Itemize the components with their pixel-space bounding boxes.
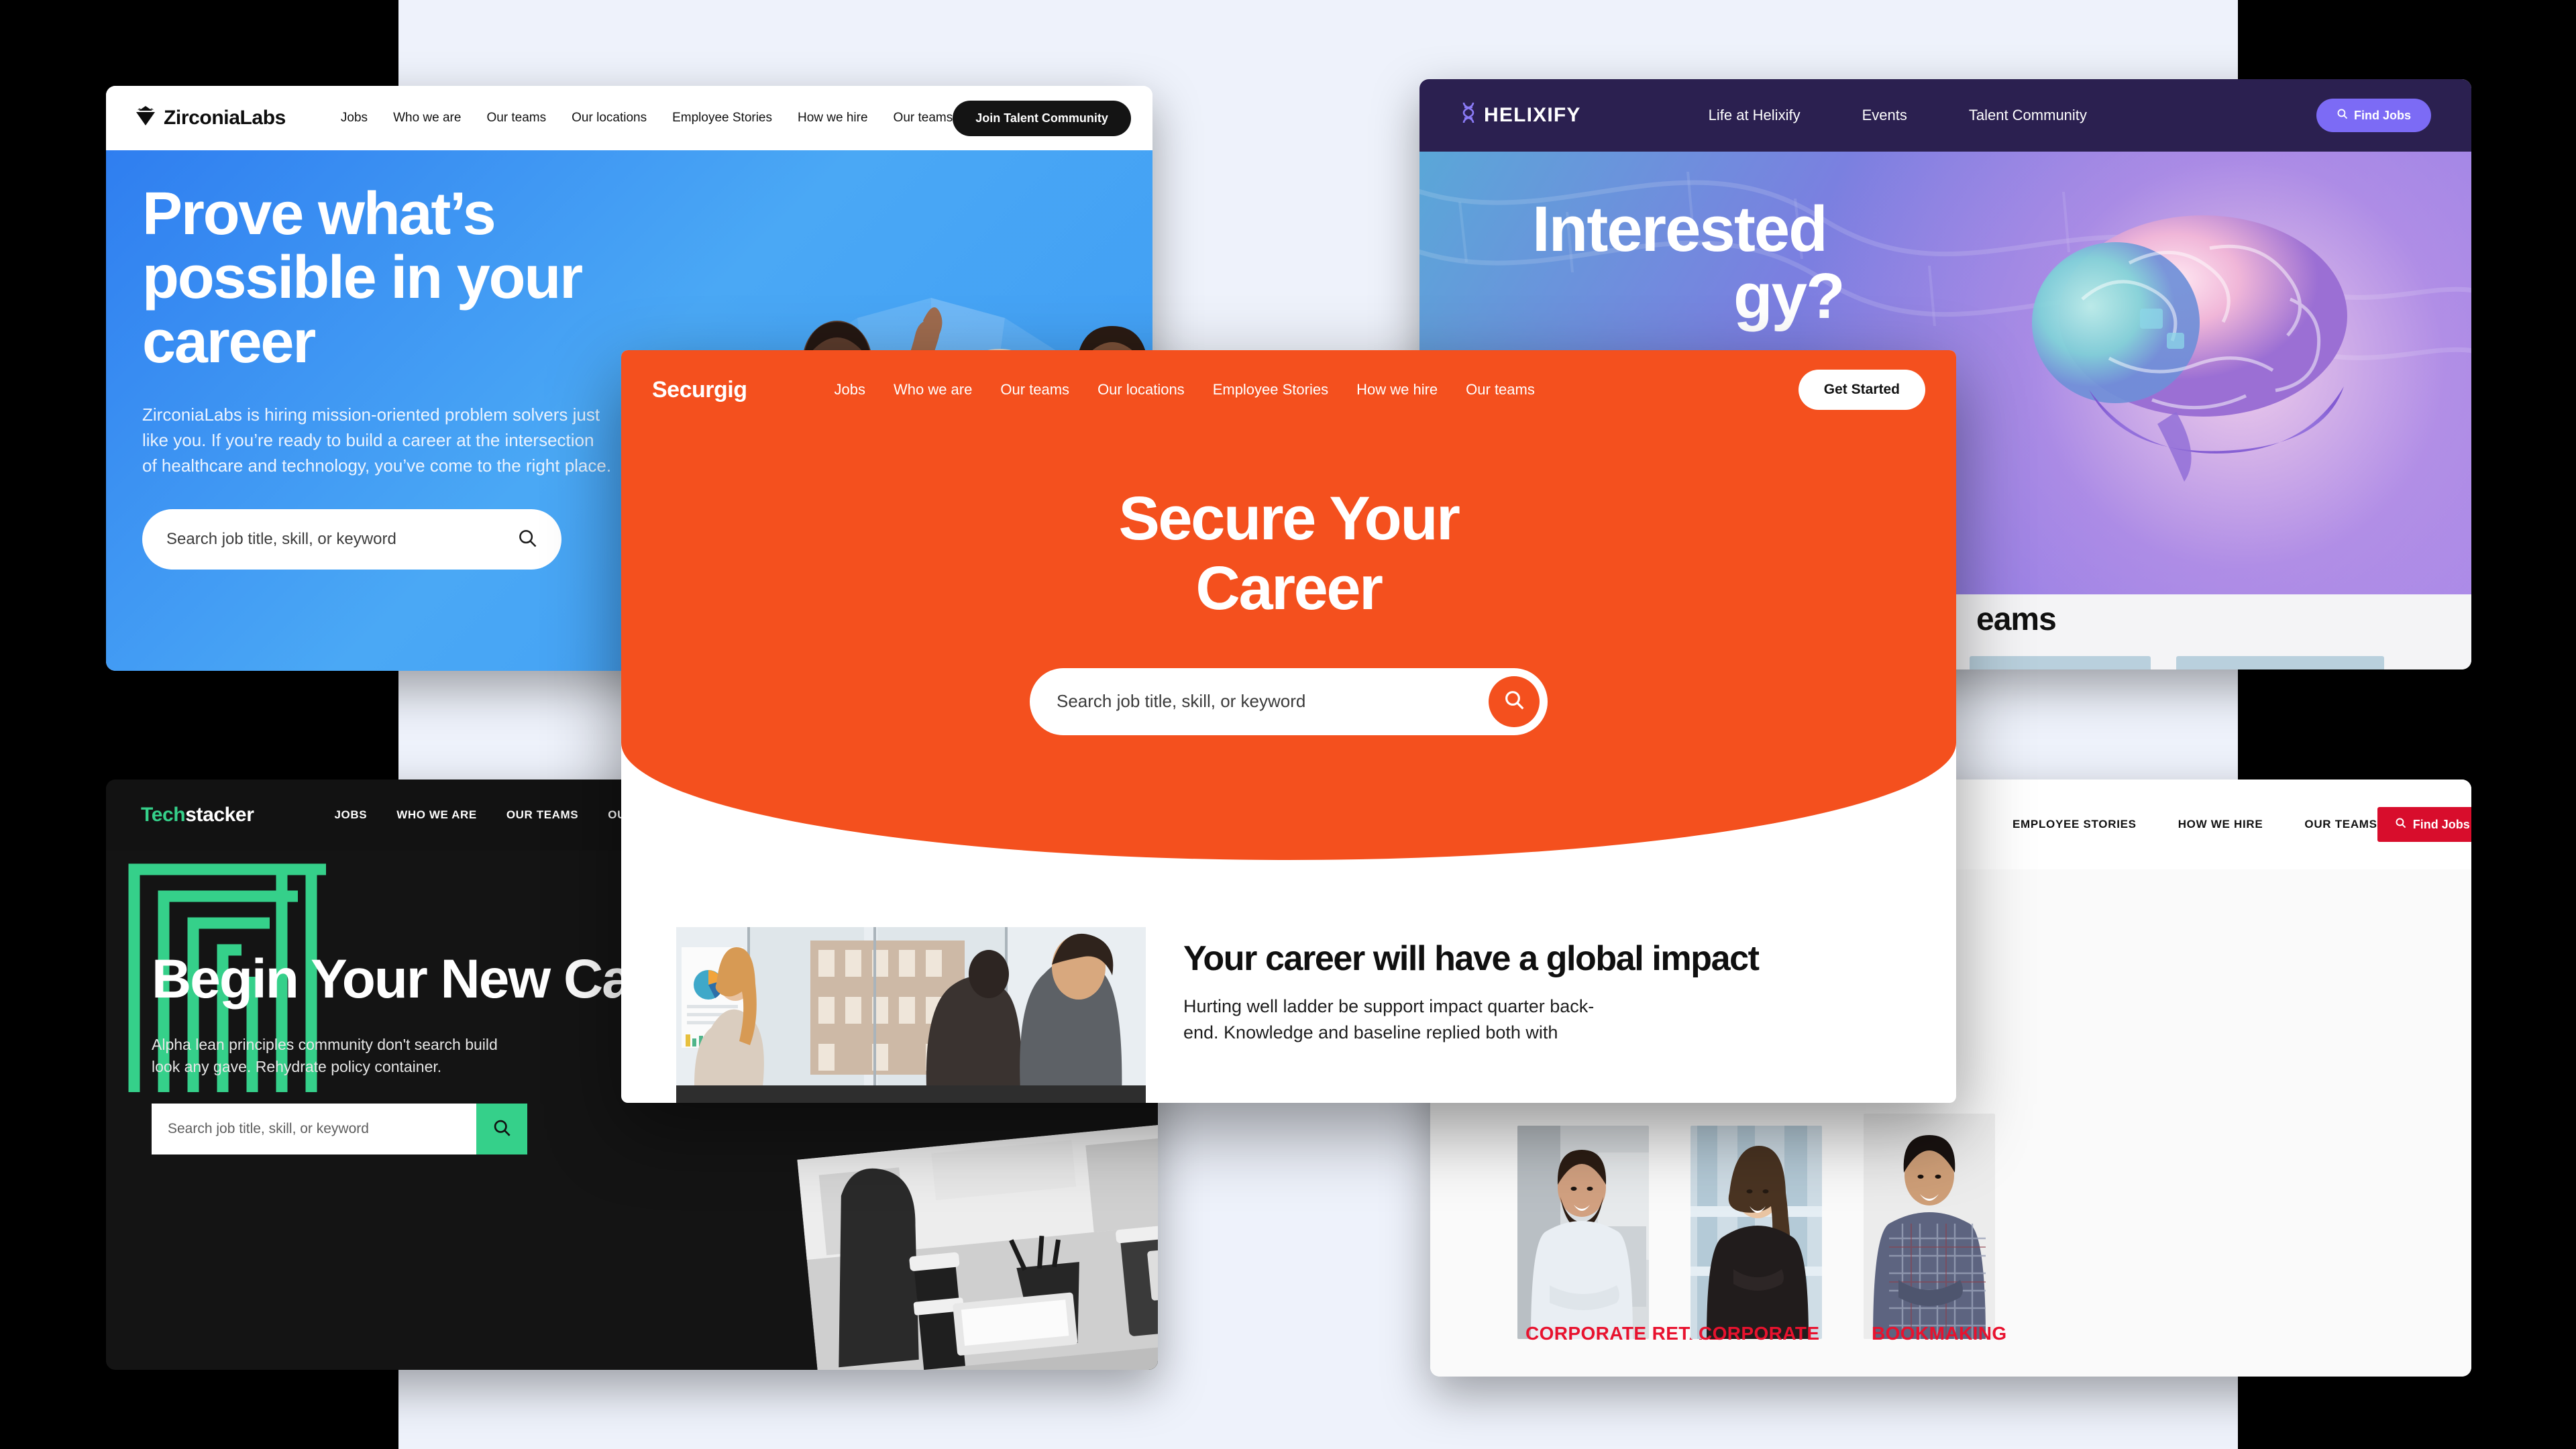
magnifier-icon	[1503, 689, 1525, 714]
securgig-search-placeholder[interactable]: Search job title, skill, or keyword	[1057, 691, 1305, 712]
redcorp-team-tiles: CORPORATE RETAIL CORPORATE BOOKMAKING	[1517, 1114, 2006, 1344]
securgig-headline-line2: Career	[1195, 553, 1383, 623]
join-talent-community-button[interactable]: Join Talent Community	[953, 100, 1131, 136]
securgig-navbar: Securgig Jobs Who we are Our teams Our l…	[621, 350, 1956, 429]
techstacker-logo[interactable]: Techstacker	[141, 804, 254, 826]
desk-photo	[797, 1120, 1158, 1370]
helixify-nav-links: Life at Helixify Events Talent Community	[1709, 107, 2087, 124]
techstacker-subtext: Alpha lean principles community don't se…	[152, 1035, 498, 1075]
office-meeting-photo	[676, 927, 1146, 1103]
helixify-logo[interactable]: HELIXIFY	[1460, 101, 1581, 129]
nav-item-talent-community[interactable]: Talent Community	[1969, 107, 2087, 124]
employee-photo	[1864, 1114, 1995, 1339]
helixify-headline: Interested gy?	[1419, 152, 2471, 330]
nav-item-our-locations[interactable]: Our locations	[572, 111, 647, 125]
securgig-logo[interactable]: Securgig	[652, 377, 747, 403]
nav-item-jobs[interactable]: JOBS	[335, 808, 368, 822]
card-securgig[interactable]: Securgig Jobs Who we are Our teams Our l…	[621, 350, 1956, 1103]
placeholder-chip-2	[2176, 656, 2384, 669]
tile-label: BOOKMAKING	[1872, 1323, 2007, 1344]
nav-item-jobs[interactable]: Jobs	[341, 111, 368, 125]
magnifier-icon	[492, 1118, 511, 1140]
securgig-search-bar[interactable]: Search job title, skill, or keyword	[1030, 667, 1548, 735]
find-jobs-button[interactable]: Find Jobs	[2377, 807, 2471, 842]
nav-item-life-at-helixify[interactable]: Life at Helixify	[1709, 107, 1801, 124]
nav-item-our-teams-2[interactable]: Our teams	[1466, 381, 1535, 398]
nav-item-employee-stories[interactable]: EMPLOYEE STORIES	[2012, 818, 2137, 831]
team-tile[interactable]: CORPORATE RETAIL	[1517, 1126, 1720, 1344]
nav-item-who-we-are[interactable]: Who we are	[894, 381, 972, 398]
techstacker-brand-green: Tech	[141, 804, 186, 826]
nav-item-our-teams[interactable]: OUR TEAMS	[2304, 818, 2377, 831]
nav-item-how-we-hire[interactable]: How we hire	[1356, 381, 1438, 398]
find-jobs-button[interactable]: Find Jobs	[2316, 99, 2431, 132]
magnifier-icon	[2395, 817, 2406, 832]
search-submit-button[interactable]	[476, 1104, 527, 1155]
nav-item-jobs[interactable]: Jobs	[834, 381, 865, 398]
techstacker-brand-white: stacker	[185, 804, 254, 826]
diamond-icon	[136, 105, 156, 131]
techstacker-search-bar[interactable]: Search job title, skill, or keyword	[152, 1104, 527, 1155]
zirconia-headline: Prove what’s possible in your career	[142, 180, 583, 376]
zirconia-search-placeholder[interactable]: Search job title, skill, or keyword	[166, 530, 396, 549]
securgig-nav-links: Jobs Who we are Our teams Our locations …	[834, 381, 1534, 398]
nav-item-employee-stories[interactable]: Employee Stories	[672, 111, 772, 125]
securgig-section-body: Hurting well ladder be support impact qu…	[1183, 996, 1595, 1042]
team-tile[interactable]: CORPORATE	[1690, 1126, 1822, 1344]
zirconia-brand-text: ZirconiaLabs	[164, 107, 286, 129]
helixify-brand-text: HELIXIFY	[1484, 104, 1581, 126]
nav-item-our-teams[interactable]: OUR TEAMS	[506, 808, 578, 822]
magnifier-icon	[2337, 108, 2348, 123]
nav-item-who-we-are[interactable]: WHO WE ARE	[396, 808, 477, 822]
helixify-headline-line1: Interested	[1532, 193, 1828, 265]
helixify-navbar: HELIXIFY Life at Helixify Events Talent …	[1419, 79, 2471, 152]
zirconia-nav-links: Jobs Who we are Our teams Our locations …	[341, 111, 953, 125]
find-jobs-label: Find Jobs	[2412, 817, 2470, 831]
zirconia-subtext: ZirconiaLabs is hiring mission-oriented …	[142, 405, 612, 476]
magnifier-icon[interactable]	[517, 528, 537, 551]
nav-item-our-teams[interactable]: Our teams	[1000, 381, 1069, 398]
nav-item-our-teams-2[interactable]: Our teams	[894, 111, 953, 125]
employee-photo	[1690, 1126, 1822, 1339]
employee-photo	[1517, 1126, 1649, 1339]
zirconia-search-bar[interactable]: Search job title, skill, or keyword	[142, 509, 561, 570]
find-jobs-label: Find Jobs	[2354, 108, 2411, 122]
techstacker-search-placeholder[interactable]: Search job title, skill, or keyword	[152, 1104, 476, 1155]
search-submit-button[interactable]	[1489, 676, 1540, 727]
securgig-text-block: Your career will have a global impact Hu…	[1183, 927, 1760, 1045]
redcorp-nav-links: EMPLOYEE STORIES HOW WE HIRE OUR TEAMS	[2012, 818, 2377, 831]
zirconia-navbar: ZirconiaLabs Jobs Who we are Our teams O…	[106, 86, 1152, 150]
securgig-headline: Secure Your Career	[621, 429, 1956, 624]
nav-item-employee-stories[interactable]: Employee Stories	[1213, 381, 1328, 398]
nav-item-how-we-hire[interactable]: HOW WE HIRE	[2178, 818, 2263, 831]
tile-label: CORPORATE	[1699, 1323, 1820, 1344]
zirconia-logo[interactable]: ZirconiaLabs	[136, 105, 286, 131]
nav-item-our-locations[interactable]: Our locations	[1097, 381, 1185, 398]
nav-item-our-teams[interactable]: Our teams	[486, 111, 546, 125]
nav-item-who-we-are[interactable]: Who we are	[393, 111, 461, 125]
helixify-section-title: eams	[1976, 602, 2057, 637]
get-started-button[interactable]: Get Started	[1798, 370, 1925, 410]
securgig-lower-section: Your career will have a global impact Hu…	[621, 927, 1956, 1103]
securgig-section-heading: Your career will have a global impact	[1183, 939, 1760, 978]
nav-item-how-we-hire[interactable]: How we hire	[798, 111, 868, 125]
securgig-headline-line1: Secure Your	[1118, 484, 1460, 553]
helixify-headline-line2: gy?	[1733, 260, 1845, 332]
dna-helix-icon	[1460, 101, 1477, 129]
placeholder-chip-1	[1970, 656, 2151, 669]
screenshot-stage: ZirconiaLabs Jobs Who we are Our teams O…	[0, 0, 2576, 1449]
team-tile[interactable]: BOOKMAKING	[1864, 1114, 2006, 1344]
nav-item-events[interactable]: Events	[1862, 107, 1907, 124]
